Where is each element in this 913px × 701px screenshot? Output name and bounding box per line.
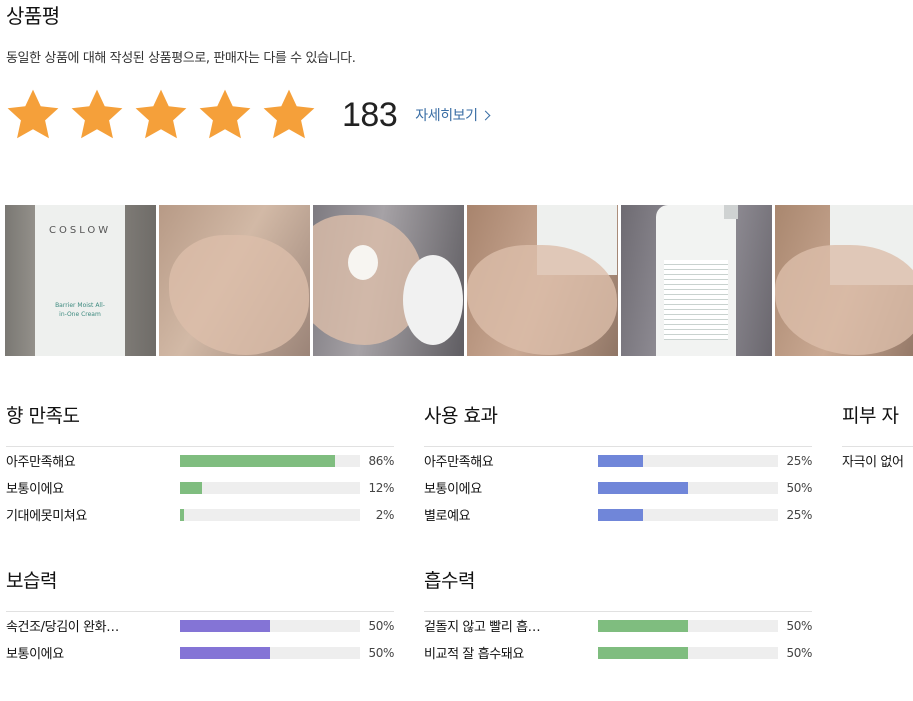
cream-dollop [348,245,378,280]
review-photo[interactable] [621,205,772,356]
survey-row: 별로예요 25% [424,501,812,528]
star-icon [135,89,187,139]
star-rating [4,86,318,144]
survey-effect: 사용 효과 아주만족해요 25% 보통이에요 50% 별로예요 25% [424,402,812,528]
review-count: 183 [342,95,398,134]
survey-row: 아주만족해요 25% [424,447,812,474]
survey-option-label: 보통이에요 [424,482,482,497]
review-photo[interactable] [775,205,913,356]
survey-percent: 86% [368,453,395,468]
product-brand: COSLOW [49,225,112,236]
survey-title: 피부 자 [842,402,913,447]
survey-row: 겉돌지 않고 빨리 흡… 50% [424,612,812,639]
survey-bar-fill [598,646,688,659]
review-notice: 동일한 상품에 대해 작성된 상품평으로, 판매자는 다를 수 있습니다. [6,51,356,66]
product-tube-image: COSLOW Barrier Moist All-in-One Cream [35,205,125,356]
bottle-pump [724,205,738,219]
survey-bar-track [598,646,778,659]
survey-percent: 50% [786,480,813,495]
star-icon [7,89,59,139]
review-photo[interactable] [313,205,464,356]
survey-row: 비교적 잘 흡수돼요 50% [424,639,812,666]
survey-option-label: 자극이 없어 [842,455,904,470]
survey-percent: 25% [786,507,813,522]
view-details-label: 자세히보기 [415,108,478,124]
survey-bar-track [180,646,360,659]
survey-percent: 25% [786,453,813,468]
survey-option-label: 기대에못미쳐요 [6,509,87,524]
survey-bar-track [180,454,360,467]
survey-title: 향 만족도 [6,402,394,447]
survey-option-label: 겉돌지 않고 빨리 흡… [424,620,541,635]
survey-bar-track [180,619,360,632]
survey-skin: 피부 자 자극이 없어 [842,402,913,474]
survey-row: 자극이 없어 [842,447,913,474]
survey-bar-fill [180,619,270,632]
survey-bar-fill [598,481,688,494]
chevron-right-icon [480,110,491,120]
product-bottle-image [656,205,738,356]
review-photo[interactable]: COSLOW Barrier Moist All-in-One Cream [5,205,156,356]
survey-scent: 향 만족도 아주만족해요 86% 보통이에요 12% 기대에못미쳐요 2% [6,402,394,528]
hand-shape [169,235,309,355]
pump-shape [403,255,463,345]
survey-percent: 50% [786,645,813,660]
survey-bar-track [598,454,778,467]
survey-bar-fill [180,454,335,467]
survey-percent: 12% [368,480,395,495]
bottle-label [664,260,728,340]
survey-row: 보통이에요 50% [6,639,394,666]
hand-shape [775,245,913,355]
star-icon [71,89,123,139]
survey-bar-track [180,481,360,494]
survey-bar-fill [180,646,270,659]
survey-option-label: 보통이에요 [6,482,64,497]
review-photo[interactable] [159,205,310,356]
star-icon [199,89,251,139]
survey-title: 보습력 [6,567,394,612]
survey-row: 속건조/당김이 완화… 50% [6,612,394,639]
hand-shape [467,245,617,355]
section-title: 상품평 [6,4,60,28]
survey-percent: 50% [368,618,395,633]
survey-option-label: 별로예요 [424,509,471,524]
survey-percent: 2% [375,507,395,522]
rating-summary: 183 자세히보기 [4,84,491,146]
view-details-link[interactable]: 자세히보기 [415,105,491,125]
star-icon [263,89,315,139]
survey-percent: 50% [368,645,395,660]
review-photo[interactable] [467,205,618,356]
survey-absorption: 흡수력 겉돌지 않고 빨리 흡… 50% 비교적 잘 흡수돼요 50% [424,567,812,666]
survey-bar-track [598,619,778,632]
survey-option-label: 보통이에요 [6,647,64,662]
survey-option-label: 비교적 잘 흡수돼요 [424,647,524,662]
product-name: Barrier Moist All-in-One Cream [55,302,105,318]
survey-bar-fill [598,454,643,467]
survey-option-label: 아주만족해요 [6,455,76,470]
review-photo-strip: COSLOW Barrier Moist All-in-One Cream [5,205,913,356]
survey-bar-track [598,481,778,494]
survey-moisture: 보습력 속건조/당김이 완화… 50% 보통이에요 50% [6,567,394,666]
survey-bar-track [598,508,778,521]
survey-row: 보통이에요 50% [424,474,812,501]
survey-bar-fill [180,481,202,494]
survey-option-label: 속건조/당김이 완화… [6,620,119,635]
survey-title: 흡수력 [424,567,812,612]
survey-option-label: 아주만족해요 [424,455,494,470]
survey-percent: 50% [786,618,813,633]
survey-bar-fill [180,508,184,521]
survey-bar-fill [598,619,688,632]
survey-bar-track [180,508,360,521]
survey-row: 보통이에요 12% [6,474,394,501]
survey-row: 아주만족해요 86% [6,447,394,474]
survey-bar-fill [598,508,643,521]
survey-title: 사용 효과 [424,402,812,447]
survey-row: 기대에못미쳐요 2% [6,501,394,528]
